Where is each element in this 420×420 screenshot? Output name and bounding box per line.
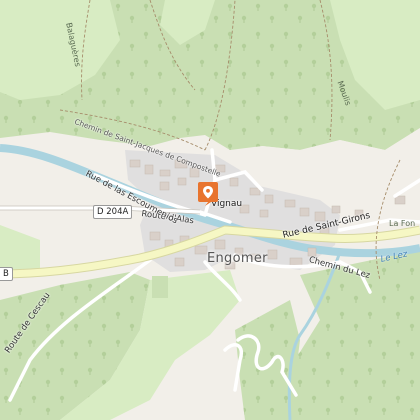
town-label-engomer: Engomer bbox=[207, 251, 268, 266]
road-shield-edge: B bbox=[0, 267, 13, 281]
road-shield-d204a: D 204A bbox=[93, 205, 133, 219]
map-view[interactable]: Engomer Vignau La Fon Balaguères Moulis … bbox=[0, 0, 420, 420]
map-pin-icon[interactable] bbox=[196, 181, 220, 207]
meadow-small-rect bbox=[152, 276, 168, 298]
map-canvas bbox=[0, 0, 420, 420]
place-label-la-fon: La Fon bbox=[389, 219, 416, 228]
